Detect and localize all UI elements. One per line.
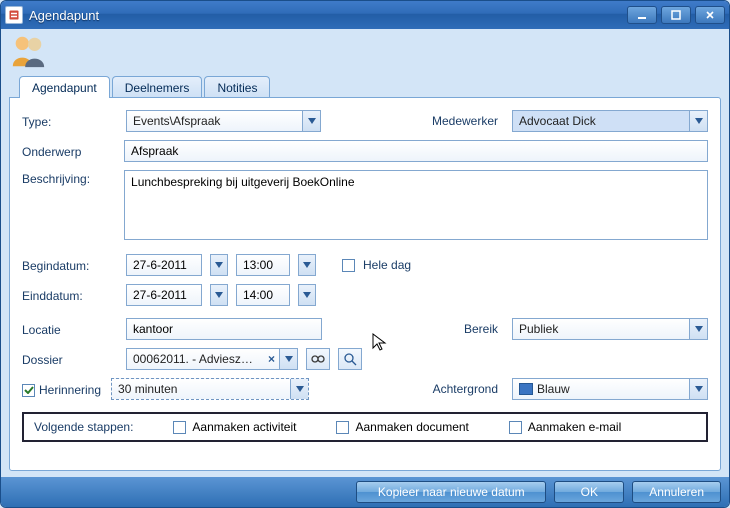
aanmaken-activiteit-label: Aanmaken activiteit xyxy=(192,420,296,434)
aanmaken-document-label: Aanmaken document xyxy=(355,420,468,434)
aanmaken-document-checkbox[interactable] xyxy=(336,421,349,434)
toolbar xyxy=(1,29,729,73)
tab-deelnemers[interactable]: Deelnemers xyxy=(112,76,203,98)
begindatum-picker-button[interactable] xyxy=(210,254,228,276)
minimize-button[interactable] xyxy=(627,6,657,24)
medewerker-label: Medewerker xyxy=(414,114,504,128)
binoculars-icon xyxy=(311,353,325,365)
einddatum-input[interactable] xyxy=(126,284,202,306)
beschrijving-textarea[interactable]: Lunchbespreking bij uitgeverij BoekOnlin… xyxy=(124,170,708,240)
titlebar: Agendapunt xyxy=(1,1,729,29)
volgende-stappen-label: Volgende stappen: xyxy=(34,420,133,434)
heledag-label: Hele dag xyxy=(363,258,411,272)
begindatum-input[interactable] xyxy=(126,254,202,276)
chevron-down-icon[interactable] xyxy=(302,111,320,131)
agendapunt-window: Agendapunt Agendapunt Deelnemers Notitie… xyxy=(0,0,730,508)
chevron-down-icon[interactable] xyxy=(290,379,308,399)
chevron-down-icon[interactable] xyxy=(689,111,707,131)
people-icon xyxy=(9,59,47,73)
eindtijd-input[interactable] xyxy=(236,284,290,306)
volgende-stappen-box: Volgende stappen: Aanmaken activiteit Aa… xyxy=(22,412,708,442)
magnifier-icon xyxy=(343,352,357,366)
heledag-checkbox[interactable] xyxy=(342,259,355,272)
dossier-label: Dossier xyxy=(22,351,118,367)
herinnering-select[interactable]: 30 minuten xyxy=(111,378,309,400)
tab-label: Deelnemers xyxy=(125,81,190,95)
app-icon xyxy=(5,6,23,24)
onderwerp-input[interactable] xyxy=(124,140,708,162)
aanmaken-email-label: Aanmaken e-mail xyxy=(528,420,621,434)
eindtijd-picker-button[interactable] xyxy=(298,284,316,306)
locatie-label: Locatie xyxy=(22,321,118,337)
chevron-down-icon[interactable] xyxy=(279,349,297,369)
dossier-browse-button[interactable] xyxy=(306,348,330,370)
onderwerp-label: Onderwerp xyxy=(22,143,116,159)
ok-button[interactable]: OK xyxy=(554,481,624,503)
locatie-input[interactable] xyxy=(126,318,322,340)
achtergrond-label: Achtergrond xyxy=(414,382,504,396)
window-title: Agendapunt xyxy=(29,8,621,23)
herinnering-label: Herinnering xyxy=(39,383,101,397)
tab-label: Agendapunt xyxy=(32,81,97,95)
begintijd-input[interactable] xyxy=(236,254,290,276)
dossier-clear-icon[interactable]: × xyxy=(264,352,279,366)
tab-agendapunt[interactable]: Agendapunt xyxy=(19,76,110,98)
einddatum-label: Einddatum: xyxy=(22,287,118,303)
tabstrip: Agendapunt Deelnemers Notities xyxy=(9,73,721,97)
tab-label: Notities xyxy=(217,81,257,95)
begindatum-label: Begindatum: xyxy=(22,257,118,273)
begintijd-picker-button[interactable] xyxy=(298,254,316,276)
chevron-down-icon[interactable] xyxy=(689,319,707,339)
close-button[interactable] xyxy=(695,6,725,24)
type-select[interactable]: Events\Afspraak xyxy=(126,110,321,132)
bereik-select[interactable]: Publiek xyxy=(512,318,708,340)
maximize-button[interactable] xyxy=(661,6,691,24)
color-swatch-icon xyxy=(519,383,533,395)
herinnering-checkbox[interactable] xyxy=(22,384,35,397)
bereik-label: Bereik xyxy=(414,322,504,336)
chevron-down-icon[interactable] xyxy=(689,379,707,399)
form-panel: Type: Events\Afspraak Medewerker Advocaa… xyxy=(9,97,721,471)
achtergrond-select[interactable]: Blauw xyxy=(512,378,708,400)
dialog-footer: Kopieer naar nieuwe datum OK Annuleren xyxy=(1,477,729,507)
tab-notities[interactable]: Notities xyxy=(204,76,270,98)
aanmaken-email-checkbox[interactable] xyxy=(509,421,522,434)
einddatum-picker-button[interactable] xyxy=(210,284,228,306)
kopieer-button[interactable]: Kopieer naar nieuwe datum xyxy=(356,481,546,503)
type-label: Type: xyxy=(22,113,118,129)
annuleren-button[interactable]: Annuleren xyxy=(632,481,721,503)
medewerker-select[interactable]: Advocaat Dick xyxy=(512,110,708,132)
dossier-select[interactable]: 00062011. - Advieszaak aute × xyxy=(126,348,298,370)
beschrijving-label: Beschrijving: xyxy=(22,170,116,186)
aanmaken-activiteit-checkbox[interactable] xyxy=(173,421,186,434)
dossier-search-button[interactable] xyxy=(338,348,362,370)
